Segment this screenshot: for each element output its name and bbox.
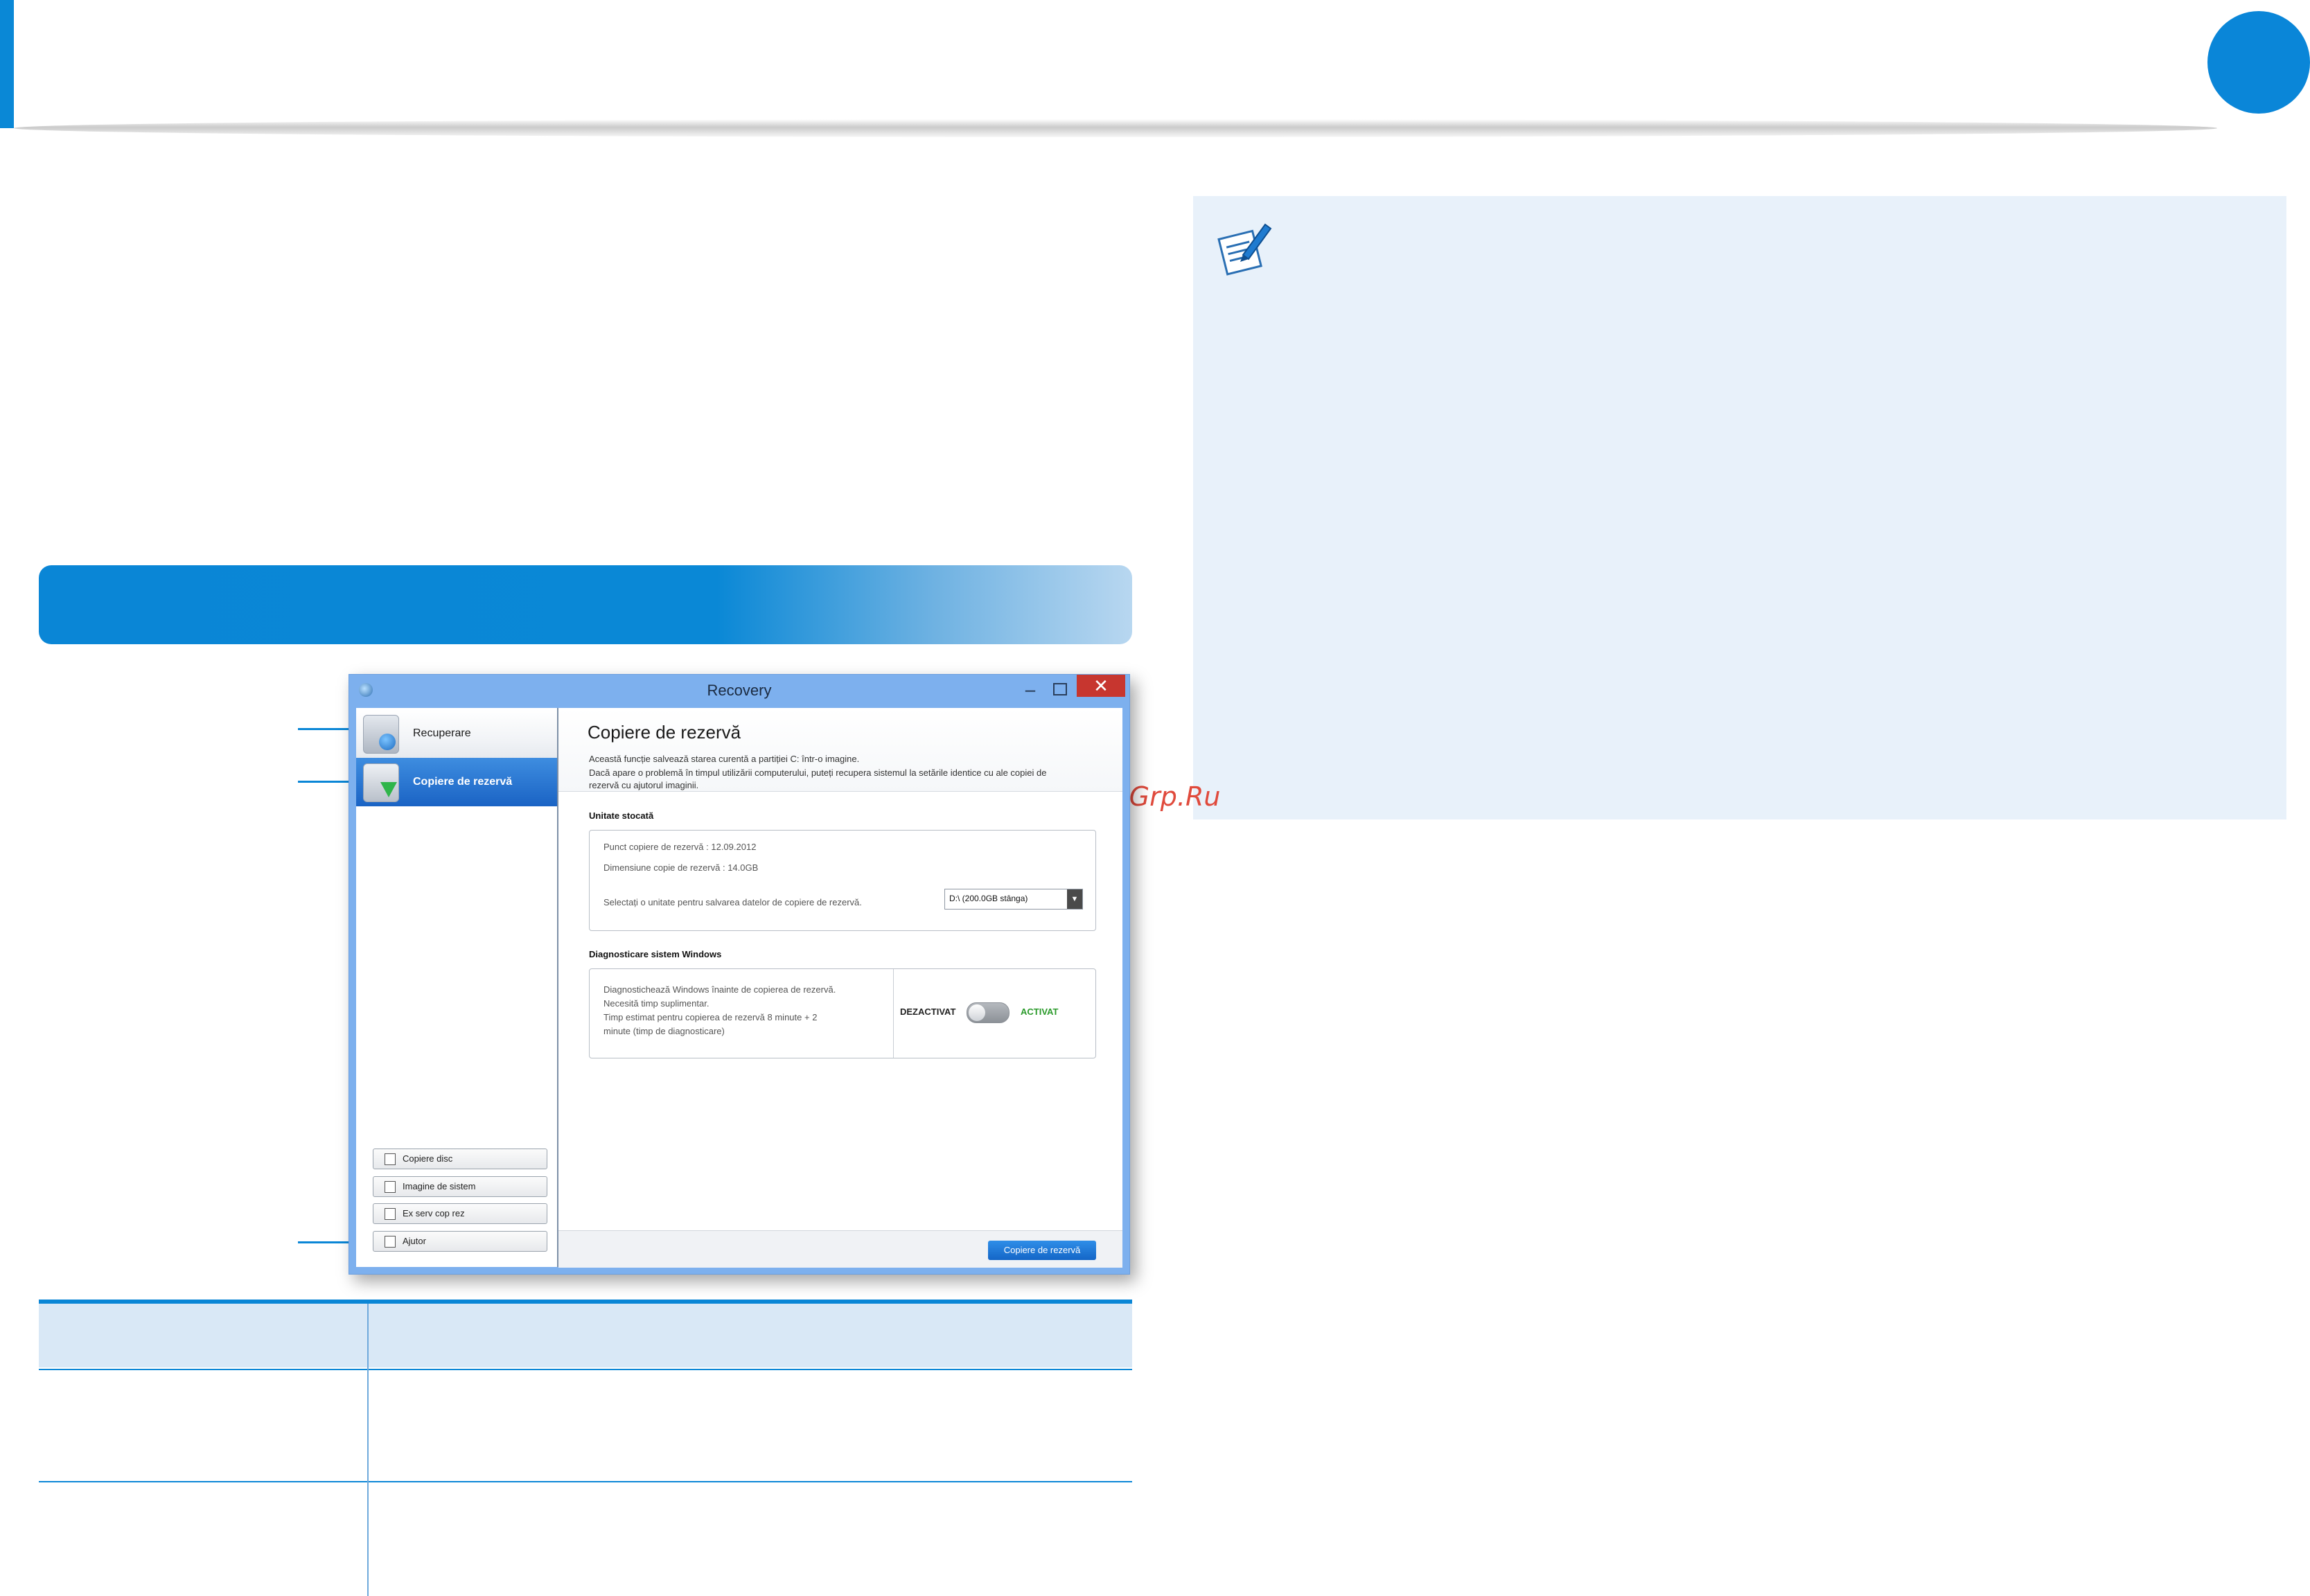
backup-point-text: Punct copiere de rezervă : 12.09.2012 xyxy=(603,842,757,852)
description-line: rezervă cu ajutorul imaginii. xyxy=(589,780,699,790)
drive-select-prompt: Selectați o unitate pentru salvarea date… xyxy=(603,897,862,907)
page-title: Copiere de rezervă xyxy=(588,722,741,743)
backup-size-text: Dimensiune copie de rezervă : 14.0GB xyxy=(603,862,759,873)
sidebar: Recuperare Copiere de rezervă Copiere di… xyxy=(356,708,558,1267)
description-table xyxy=(39,1300,1132,1596)
sidebar-item-backup[interactable]: Copiere de rezervă xyxy=(356,758,557,806)
export-icon xyxy=(385,1208,396,1220)
sidebar-item-label: Recuperare xyxy=(413,727,471,739)
header-rule xyxy=(14,119,2217,137)
export-backup-button[interactable]: Ex serv cop rez xyxy=(373,1203,547,1224)
backup-icon xyxy=(363,763,399,802)
help-button[interactable]: Ajutor xyxy=(373,1231,547,1252)
sidebar-item-label: Copiere de rezervă xyxy=(413,776,513,788)
diagnostics-text-line: Necesită timp suplimentar. xyxy=(603,998,709,1009)
footer-bar: Copiere de rezervă xyxy=(558,1230,1122,1268)
diagnostics-toggle[interactable] xyxy=(967,1002,1009,1023)
divider xyxy=(893,969,894,1058)
diagnostics-text-line: Diagnostichează Windows înainte de copie… xyxy=(603,984,836,995)
diagnostics-group-title: Diagnosticare sistem Windows xyxy=(589,949,722,959)
table-row-divider xyxy=(39,1369,1132,1370)
window-client-area: Recuperare Copiere de rezervă Copiere di… xyxy=(356,708,1122,1268)
window-titlebar[interactable]: Recovery – ✕ xyxy=(349,675,1129,702)
drive-select-value: D:\ (200.0GB stânga) xyxy=(949,894,1028,903)
storage-group: Punct copiere de rezervă : 12.09.2012 Di… xyxy=(589,830,1096,931)
system-image-button[interactable]: Imagine de sistem xyxy=(373,1176,547,1197)
close-button[interactable]: ✕ xyxy=(1077,675,1125,697)
note-pencil-icon xyxy=(1210,216,1273,278)
diagnostics-text-line: minute (timp de diagnosticare) xyxy=(603,1026,725,1036)
recovery-window: Recovery – ✕ Recuperare Copiere de rezer… xyxy=(349,674,1130,1275)
table-column-divider xyxy=(367,1304,369,1596)
button-label: Copiere disc xyxy=(403,1153,453,1164)
disc-copy-icon xyxy=(385,1153,396,1165)
start-backup-button[interactable]: Copiere de rezervă xyxy=(988,1241,1096,1260)
button-label: Imagine de sistem xyxy=(403,1181,476,1191)
diagnostics-group: Diagnostichează Windows înainte de copie… xyxy=(589,968,1096,1058)
note-box xyxy=(1193,196,2286,819)
disc-copy-button[interactable]: Copiere disc xyxy=(373,1149,547,1169)
left-accent-stripe xyxy=(0,0,14,128)
button-label: Ajutor xyxy=(403,1236,426,1246)
window-title: Recovery xyxy=(707,682,772,699)
chevron-down-icon[interactable]: ▼ xyxy=(1067,889,1082,909)
description-line: Această funcție salvează starea curentă … xyxy=(589,754,860,764)
toggle-on-label: ACTIVAT xyxy=(1021,1007,1059,1017)
toggle-knob xyxy=(969,1004,985,1021)
toggle-off-label: DEZACTIVAT xyxy=(900,1007,956,1017)
storage-group-title: Unitate stocată xyxy=(589,810,654,821)
button-label: Ex serv cop rez xyxy=(403,1208,465,1218)
table-row-divider xyxy=(39,1481,1132,1482)
main-pane: Copiere de rezervă Această funcție salve… xyxy=(558,708,1122,1268)
drive-select[interactable]: D:\ (200.0GB stânga) ▼ xyxy=(944,889,1083,910)
maximize-button[interactable] xyxy=(1053,683,1067,695)
page-number-circle xyxy=(2207,11,2310,114)
section-heading-bar xyxy=(39,565,1132,644)
minimize-button[interactable]: – xyxy=(1020,680,1041,700)
main-header: Copiere de rezervă Această funcție salve… xyxy=(558,708,1122,792)
help-icon xyxy=(385,1236,396,1248)
description-line: Dacă apare o problemă în timpul utilizăr… xyxy=(589,768,1047,778)
diagnostics-text-line: Timp estimat pentru copierea de rezervă … xyxy=(603,1012,818,1022)
table-header-row xyxy=(39,1304,1132,1367)
system-image-icon xyxy=(385,1181,396,1193)
sidebar-item-recuperare[interactable]: Recuperare xyxy=(356,709,557,758)
restore-icon xyxy=(363,715,399,754)
